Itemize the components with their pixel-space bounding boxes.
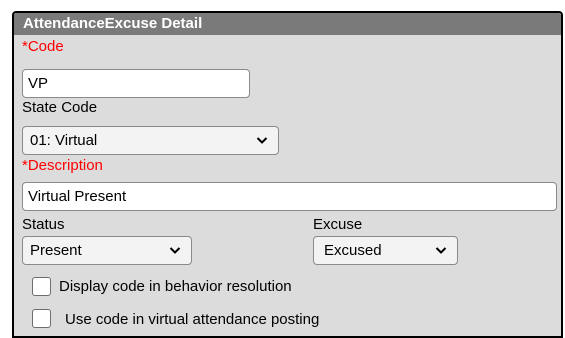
status-label: Status bbox=[22, 216, 65, 233]
panel-title: AttendanceExcuse Detail bbox=[14, 13, 561, 35]
excuse-label: Excuse bbox=[313, 216, 363, 233]
state-code-selected-value: 01: Virtual bbox=[30, 132, 98, 149]
code-label-text: Code bbox=[27, 38, 64, 55]
code-input[interactable]: VP bbox=[22, 69, 250, 98]
code-label: *Code bbox=[22, 38, 64, 56]
use-in-virtual-attendance-label: Use code in virtual attendance posting bbox=[65, 311, 320, 328]
excuse-select[interactable]: Excused bbox=[313, 236, 458, 265]
use-in-virtual-attendance-checkbox[interactable] bbox=[32, 309, 51, 328]
status-select[interactable]: Present bbox=[22, 236, 192, 265]
state-code-select[interactable]: 01: Virtual bbox=[22, 126, 279, 155]
attendance-excuse-detail-panel: AttendanceExcuse Detail *Code VP State C… bbox=[12, 11, 563, 338]
excuse-selected-value: Excused bbox=[324, 242, 382, 259]
chevron-down-icon bbox=[435, 247, 447, 254]
display-in-behavior-resolution-label: Display code in behavior resolution bbox=[59, 278, 292, 295]
chevron-down-icon bbox=[256, 137, 268, 144]
description-input[interactable]: Virtual Present bbox=[22, 182, 557, 211]
description-label-text: Description bbox=[27, 157, 103, 174]
chevron-down-icon bbox=[169, 247, 181, 254]
state-code-label: State Code bbox=[22, 99, 98, 116]
status-selected-value: Present bbox=[30, 242, 82, 259]
description-label: *Description bbox=[22, 157, 103, 175]
display-in-behavior-resolution-checkbox[interactable] bbox=[32, 277, 51, 296]
